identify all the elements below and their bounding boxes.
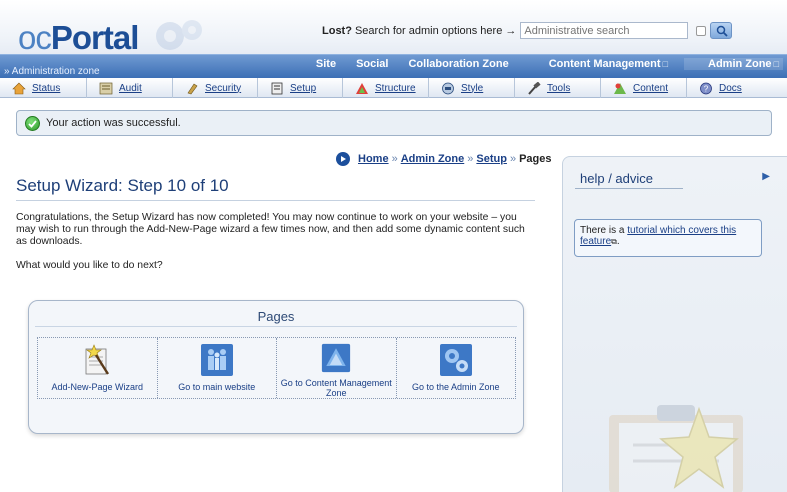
nav-content-management-label: Content Management [548,58,661,70]
checkmark-icon [25,115,40,131]
go-to-main-website-link[interactable]: Go to main website [158,338,277,398]
tab-structure-label: Structure [375,82,416,94]
tools-icon [528,81,541,95]
search-hint-text: Search for admin options here → [354,24,517,37]
help-sidebar: help / advice ▶ There is a tutorial whic… [562,156,787,492]
go-to-main-website-label: Go to main website [178,382,256,392]
tab-tools[interactable]: Tools [515,78,601,98]
tab-security-label: Security [205,82,242,94]
nav-content-management[interactable]: Content Management □ [529,58,668,70]
success-message-text: Your action was successful. [46,117,181,129]
main-navbar: » Administration zone Site Social Collab… [0,54,787,78]
tab-docs[interactable]: ? Docs [687,78,787,98]
title-divider [16,200,535,201]
menu-indicator-icon: □ [773,59,779,69]
intro-paragraph: Congratulations, the Setup Wizard has no… [16,212,525,247]
tab-security[interactable]: Security [173,78,258,98]
content-icon [614,82,626,94]
tab-content[interactable]: Content [601,78,687,98]
pages-box-title: Pages [257,309,295,324]
pages-box: Pages Add-New-Page Wizard Go to main web… [28,300,524,434]
audit-icon [99,82,113,94]
collapse-sidebar-icon[interactable]: ▶ [762,171,770,182]
search-lost-label: Lost? [322,24,352,37]
zone-label: » Administration zone [4,66,100,77]
site-header: ocPortal Lost? Search for admin options … [0,0,787,58]
tab-status[interactable]: Status [0,78,87,98]
tab-status-label: Status [32,82,61,94]
go-to-cms-zone-link[interactable]: Go to Content Management Zone [277,338,397,398]
breadcrumb-separator: » [391,153,398,165]
add-new-page-wizard-label: Add-New-Page Wizard [51,382,144,392]
pages-title-divider [35,326,517,327]
tab-style[interactable]: Style [429,78,515,98]
breadcrumb-arrow-icon [336,152,350,166]
sidebar-title: help / advice [580,171,653,186]
tab-docs-label: Docs [719,82,742,94]
tab-setup[interactable]: Setup [258,78,343,98]
cms-icon [322,343,351,373]
wand-icon [85,344,110,375]
logo-portal-text: Portal [50,19,140,56]
tab-audit[interactable]: Audit [87,78,173,98]
help-prefix-text: There is a [580,225,628,236]
admin-gear-icon [439,344,472,376]
breadcrumb-current: Pages [519,153,552,165]
nav-collaboration-zone[interactable]: Collaboration Zone [408,58,508,70]
next-step-question: What would you like to do next? [16,260,163,271]
breadcrumb-setup-link[interactable]: Setup [476,153,507,165]
tab-style-label: Style [461,82,484,94]
nav-admin-zone[interactable]: Admin Zone □ [684,58,783,70]
breadcrumb-separator: » [509,153,517,165]
setup-icon [271,82,283,94]
admin-search-input[interactable] [520,22,689,39]
breadcrumb: Home » Admin Zone » Setup » Pages [336,152,551,166]
security-icon [187,83,198,94]
tab-content-label: Content [633,82,669,94]
tab-setup-label: Setup [290,82,317,94]
admin-search: Lost? Search for admin options here → [322,22,733,39]
home-icon [12,82,26,94]
search-button[interactable] [710,22,733,39]
nav-admin-zone-label: Admin Zone [708,58,772,70]
search-option-checkbox[interactable] [696,25,707,36]
breadcrumb-home-link[interactable]: Home [358,153,389,165]
navbar-links: Site Social Collaboration Zone Content M… [296,58,783,70]
page-title: Setup Wizard: Step 10 of 10 [16,176,229,195]
search-icon [717,25,729,37]
tab-audit-label: Audit [119,82,142,94]
add-new-page-wizard-link[interactable]: Add-New-Page Wizard [38,338,158,398]
help-suffix-text: . [616,236,620,247]
ocportal-logo[interactable]: ocPortal [18,18,140,58]
structure-icon [356,82,368,94]
svg-text:?: ? [704,84,709,93]
tab-tools-label: Tools [547,82,571,94]
success-message: Your action was successful. [16,110,772,136]
go-to-admin-zone-link[interactable]: Go to the Admin Zone [397,338,516,398]
breadcrumb-admin-zone-link[interactable]: Admin Zone [401,153,465,165]
style-icon [442,82,454,94]
pages-grid: Add-New-Page Wizard Go to main website G… [37,337,516,399]
go-to-admin-zone-label: Go to the Admin Zone [411,382,500,392]
docs-icon: ? [700,82,712,94]
go-to-cms-zone-label: Go to Content Management Zone [280,378,392,398]
nav-social[interactable]: Social [356,58,388,70]
sidebar-title-divider [575,188,683,189]
help-box: There is a tutorial which covers this fe… [574,219,762,257]
tab-structure[interactable]: Structure [343,78,429,98]
clipboard-star-decoration-icon [609,405,743,492]
nav-site[interactable]: Site [316,58,336,70]
breadcrumb-separator: » [467,153,474,165]
admin-tab-bar: Status Audit Security Setup Structure St… [0,78,787,98]
gear-decoration-icon [156,20,202,50]
people-icon [200,344,233,376]
logo-oc-text: oc [18,19,52,56]
menu-indicator-icon: □ [662,59,668,69]
